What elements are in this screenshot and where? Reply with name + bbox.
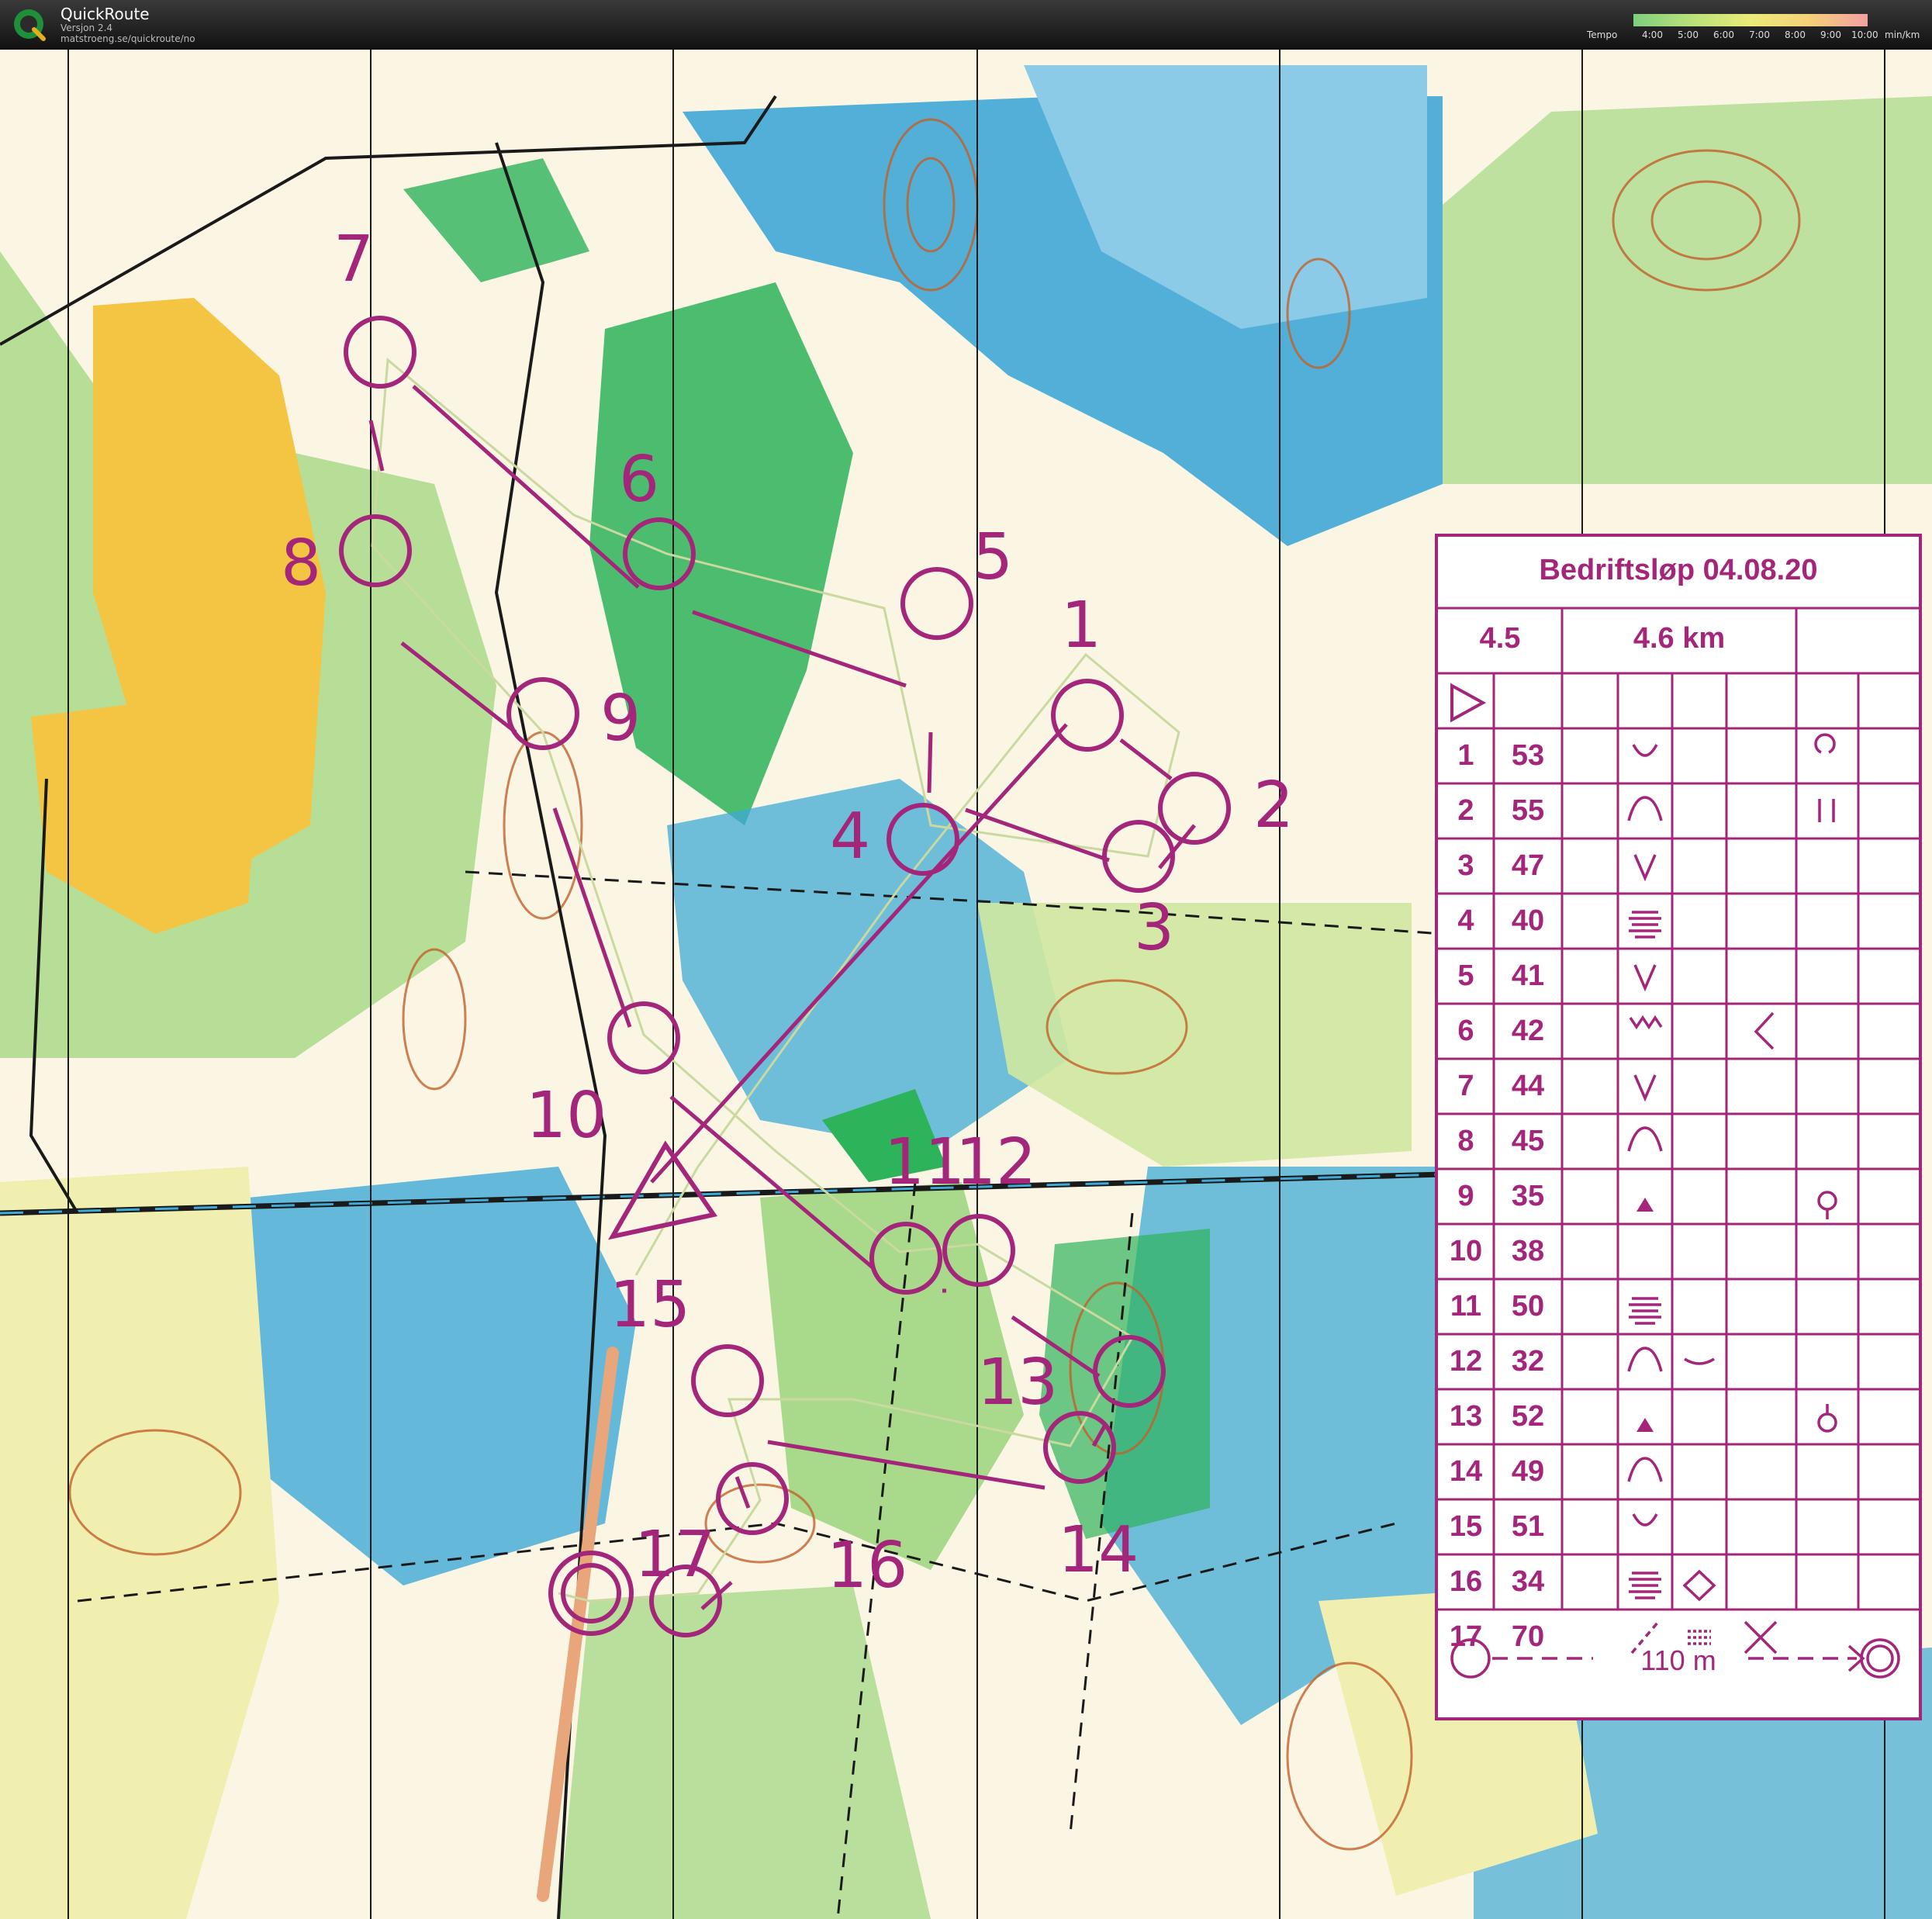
rough-open-icon	[1688, 1630, 1711, 1645]
tempo-tick: 6:00	[1713, 29, 1734, 40]
title-bar: QuickRoute Versjon 2.4 matstroeng.se/qui…	[0, 0, 1932, 50]
app-version: Versjon 2.4	[60, 22, 113, 33]
control-number: 1	[1061, 589, 1101, 662]
path-end-icon	[1630, 1620, 1660, 1654]
control-number: 11	[884, 1125, 965, 1199]
control-number: 5	[973, 520, 1013, 594]
control-number: 17	[634, 1518, 715, 1592]
control-number: 16	[827, 1529, 907, 1603]
tempo-tick: 8:00	[1785, 29, 1806, 40]
tempo-tick: 4:00	[1642, 29, 1663, 40]
quickroute-logo-icon	[14, 9, 46, 41]
tempo-tick: 5:00	[1678, 29, 1699, 40]
tempo-color-scale	[1633, 14, 1868, 26]
app-title: QuickRoute	[60, 5, 150, 23]
control-number: 15	[610, 1268, 690, 1342]
tempo-label: Tempo	[1587, 29, 1618, 40]
tempo-tick: 7:00	[1749, 29, 1770, 40]
control-number: 4	[830, 800, 870, 873]
orienteering-map[interactable]: 1 2 3 4 5 6 7 8 9 10 11 12 13 14 15 16 1…	[0, 50, 1932, 1919]
tempo-tick: 9:00	[1820, 29, 1841, 40]
control-number: 2	[1253, 769, 1294, 842]
control-number: 10	[526, 1079, 607, 1153]
control-number: 8	[281, 527, 321, 600]
control-description-sheet: Bedriftsløp 04.08.20 4.5 4.6 km 1 53 2 5…	[1435, 534, 1922, 1720]
control-number: 7	[334, 223, 374, 296]
app-url[interactable]: matstroeng.se/quickroute/no	[60, 33, 195, 44]
tempo-ticks: 4:00 5:00 6:00 7:00 8:00 9:00 10:00 min/…	[1633, 29, 1928, 42]
control-number: 6	[619, 443, 659, 517]
control-number: 12	[956, 1125, 1036, 1199]
control-number: 9	[600, 682, 641, 755]
control-number: 13	[977, 1346, 1058, 1419]
crossing-icon	[1744, 1620, 1778, 1654]
tempo-tick: min/km	[1885, 29, 1920, 40]
control-number: 14	[1058, 1513, 1139, 1587]
tempo-tick: 10:00	[1851, 29, 1878, 40]
control-number: 3	[1134, 891, 1174, 965]
row-17-symbols	[1630, 1620, 1778, 1654]
